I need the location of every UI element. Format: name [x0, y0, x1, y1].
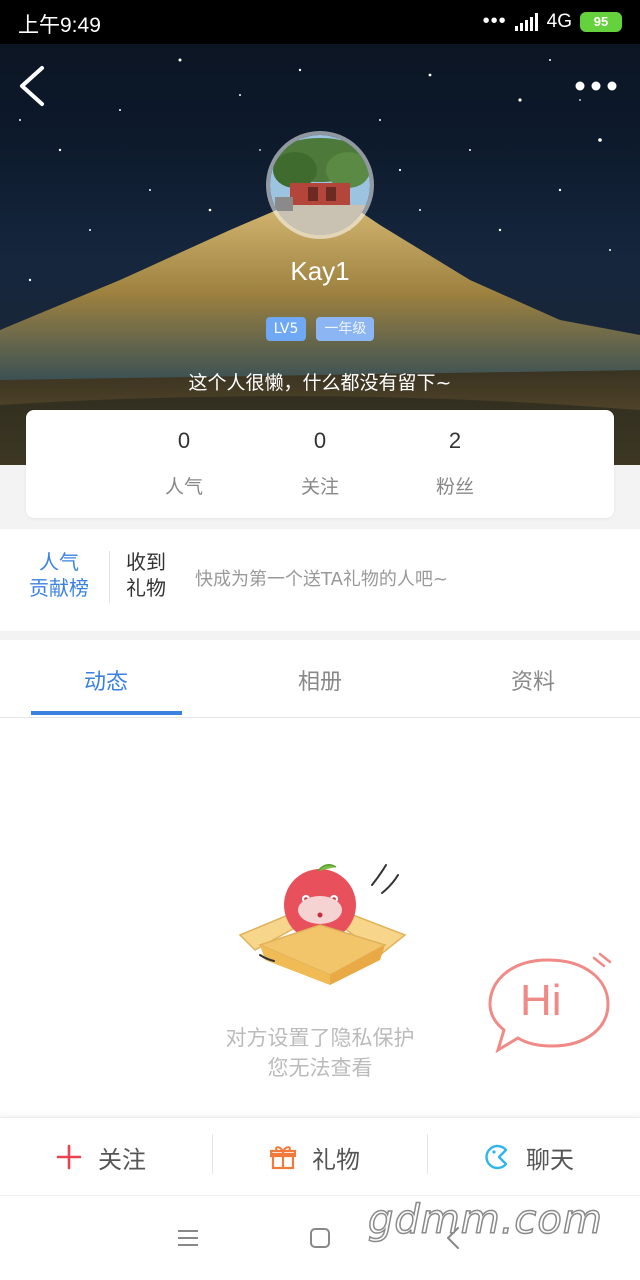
stat-label: 人气: [164, 476, 203, 498]
vertical-divider: [109, 551, 110, 603]
bottom-action-bar: 关注 礼物 聊天: [0, 1117, 640, 1195]
tab-bar: 动态 相册 资料: [0, 640, 640, 718]
site-watermark: gdmm.com: [367, 1196, 603, 1244]
battery-icon: 95: [580, 11, 622, 32]
received-line2: 礼物: [126, 576, 166, 600]
stats-card: 0 人气 0 关注 2 粉丝: [26, 410, 614, 518]
action-divider: [212, 1134, 213, 1174]
username: Kay1: [290, 256, 350, 286]
home-square-icon[interactable]: [306, 1224, 334, 1252]
gift-hint: 快成为第一个送TA礼物的人吧~: [195, 569, 448, 590]
avatar[interactable]: [266, 131, 374, 239]
plus-icon: [56, 1144, 82, 1170]
stat-following[interactable]: 0 关注: [260, 428, 380, 499]
stat-value: 0: [177, 428, 191, 453]
stat-popularity[interactable]: 0 人气: [124, 428, 244, 499]
gift-icon: [270, 1146, 296, 1170]
tab-profile-info[interactable]: 资料: [458, 664, 608, 696]
follow-label: 关注: [98, 1145, 146, 1174]
status-indicators: ••• 4G 95: [483, 10, 622, 33]
signal-bars-icon: [514, 12, 538, 31]
avatar-photo: [270, 135, 370, 235]
gift-button[interactable]: 礼物: [270, 1118, 360, 1196]
gift-section: 人气 贡献榜 收到 礼物 快成为第一个送TA礼物的人吧~: [0, 529, 640, 631]
privacy-mascot-illustration: [238, 864, 407, 985]
popularity-rank-link[interactable]: 人气 贡献榜: [22, 549, 96, 601]
status-time: 上午9:49: [18, 14, 101, 37]
battery-level: 95: [593, 13, 609, 29]
status-bar: 上午9:49 ••• 4G 95: [0, 0, 640, 44]
received-gifts-label: 收到 礼物: [126, 549, 176, 601]
stat-label: 关注: [300, 476, 339, 498]
say-hi-button[interactable]: Hi: [486, 950, 618, 1060]
action-divider: [427, 1134, 428, 1174]
chat-label: 聊天: [526, 1145, 574, 1174]
signature: 这个人很懒，什么都没有留下~: [188, 372, 452, 394]
gift-label: 礼物: [312, 1145, 360, 1174]
received-line1: 收到: [126, 550, 166, 574]
level-badge: LV5: [265, 317, 307, 341]
badge-row: LV5 一年级: [0, 317, 640, 341]
rank-line2: 贡献榜: [29, 576, 89, 600]
stat-fans[interactable]: 2 粉丝: [395, 428, 515, 499]
signal-dots: •••: [482, 10, 507, 32]
rank-line1: 人气: [39, 550, 79, 574]
hi-text: Hi: [520, 976, 562, 1025]
chat-button[interactable]: 聊天: [484, 1118, 574, 1196]
divider-band: [0, 631, 640, 640]
more-dots-icon[interactable]: [574, 72, 618, 100]
network-type: 4G: [546, 10, 572, 32]
menu-icon[interactable]: [174, 1224, 202, 1252]
tab-album[interactable]: 相册: [245, 664, 395, 696]
active-tab-indicator: [31, 711, 182, 715]
back-arrow-icon[interactable]: [14, 62, 54, 110]
stat-value: 2: [448, 428, 462, 453]
chat-face-icon: [485, 1144, 508, 1170]
stat-label: 粉丝: [435, 476, 474, 498]
tab-moments[interactable]: 动态: [31, 664, 181, 696]
stat-value: 0: [313, 428, 327, 453]
follow-button[interactable]: 关注: [56, 1118, 146, 1196]
grade-badge: 一年级: [316, 317, 375, 341]
